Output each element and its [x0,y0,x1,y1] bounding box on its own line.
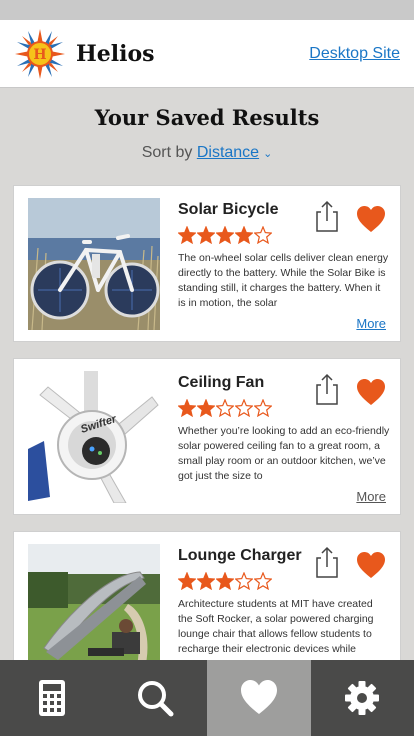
heart-icon [240,680,277,714]
bottom-tab-bar [0,660,414,736]
helios-logo[interactable]: H [14,28,66,80]
result-card[interactable]: Solar Bicycle The on-wheel solar cells d… [13,185,401,342]
tab-saved[interactable] [207,660,311,736]
star-empty-icon [254,572,272,590]
brand-name: Helios [76,40,155,67]
gear-icon [345,681,380,715]
heart-icon[interactable] [356,551,386,579]
lounge-charger-image [28,544,160,676]
sort-control: Sort by Distance ⌄ [0,144,414,162]
star-filled-icon [197,399,215,417]
star-rating [178,399,272,417]
app-header: H Helios Desktop Site [0,20,414,88]
chevron-down-icon[interactable]: ⌄ [263,148,272,160]
sort-label: Sort by [141,144,193,161]
result-title[interactable]: Lounge Charger [178,547,302,565]
star-filled-icon [178,226,196,244]
star-filled-icon [178,399,196,417]
saved-results-list: Solar Bicycle The on-wheel solar cells d… [13,185,401,704]
more-link[interactable]: More [356,316,386,331]
calculator-icon [38,680,65,716]
star-rating [178,572,272,590]
page-title: Your Saved Results [94,105,320,130]
star-filled-icon [178,572,196,590]
tab-settings[interactable] [311,660,414,736]
result-card[interactable]: Swifter Ceiling Fan Whether you’re looki… [13,358,401,515]
heart-icon[interactable] [356,205,386,233]
status-strip [0,0,414,20]
sun-icon: H [15,28,65,79]
star-rating [178,226,272,244]
sort-dropdown[interactable]: Distance [197,144,259,161]
result-description: Whether you’re looking to add an eco-fri… [178,425,390,482]
result-description: The on-wheel solar cells deliver clean e… [178,252,389,309]
more-link[interactable]: More [356,489,386,504]
heart-icon[interactable] [356,378,386,406]
result-title[interactable]: Solar Bicycle [178,201,279,219]
star-empty-icon [254,226,272,244]
tab-search[interactable] [104,660,208,736]
share-icon[interactable] [314,373,340,405]
result-description: Architecture students at MIT have create… [178,598,374,655]
desktop-site-link[interactable]: Desktop Site [309,45,400,63]
star-filled-icon [216,226,234,244]
star-filled-icon [216,572,234,590]
search-icon [138,681,174,717]
share-icon[interactable] [314,200,340,232]
star-empty-icon [216,399,234,417]
share-icon[interactable] [314,546,340,578]
star-filled-icon [197,226,215,244]
ceiling-fan-image: Swifter [28,371,160,503]
tab-calculator[interactable] [0,660,104,736]
result-title[interactable]: Ceiling Fan [178,374,264,392]
star-filled-icon [235,226,253,244]
star-empty-icon [235,399,253,417]
star-empty-icon [254,399,272,417]
star-empty-icon [235,572,253,590]
solar-bicycle-image [28,198,160,330]
star-filled-icon [197,572,215,590]
logo-letter: H [33,47,46,63]
